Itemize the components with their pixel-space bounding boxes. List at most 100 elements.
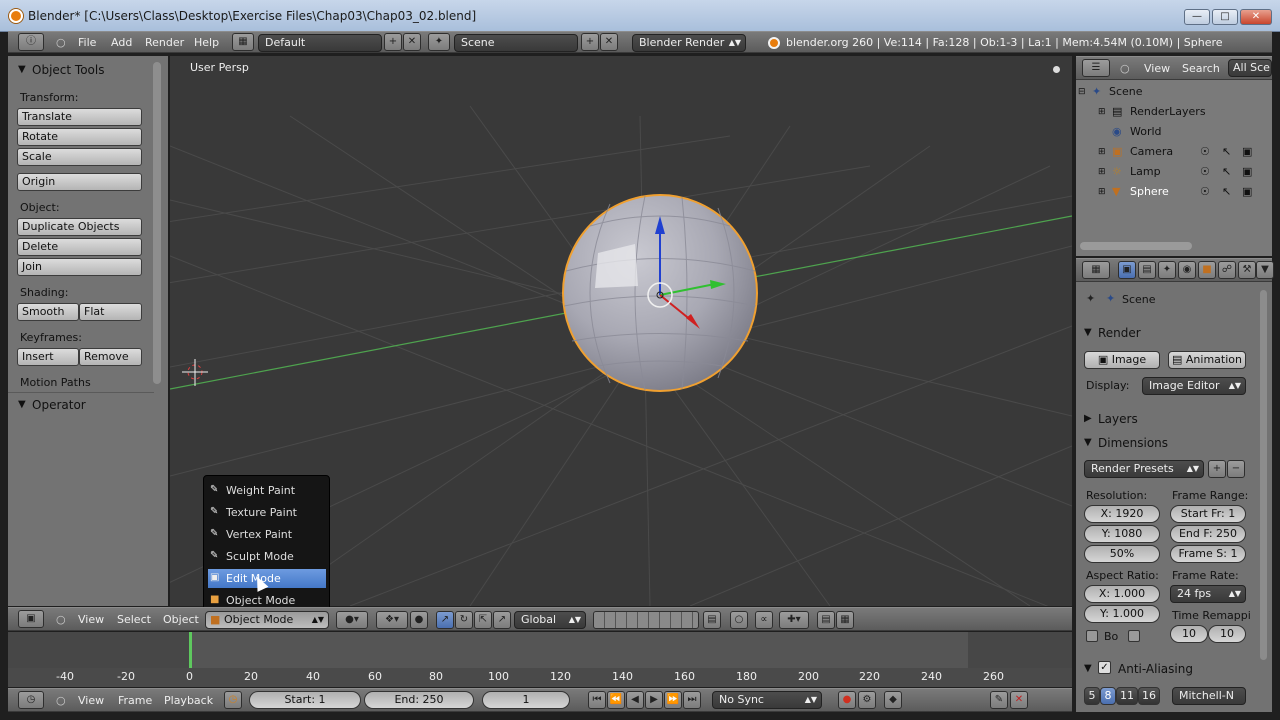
outliner-item-renderlayers[interactable]: ⊞ ▤ RenderLayers xyxy=(1076,102,1272,122)
menu-search[interactable]: Search xyxy=(1182,58,1220,80)
jump-start-icon[interactable]: ⏮ xyxy=(588,691,606,709)
delete-button[interactable]: Delete xyxy=(17,238,142,256)
visibility-eye-icon[interactable]: ☉ xyxy=(1200,182,1210,202)
aspect-y-field[interactable]: Y: 1.000 xyxy=(1084,605,1160,623)
editor-type-info-icon[interactable]: ⓘ xyxy=(18,33,44,51)
aa-samples-11[interactable]: 11 xyxy=(1116,687,1138,705)
rotate-manipulator-icon[interactable]: ↻ xyxy=(455,611,473,629)
aa-samples-16[interactable]: 16 xyxy=(1138,687,1160,705)
menu-view[interactable]: View xyxy=(78,690,104,712)
remove-screen-icon[interactable]: ✕ xyxy=(403,33,421,51)
menu-help[interactable]: Help xyxy=(194,32,219,54)
sync-dropdown[interactable]: No Sync ▲▼ xyxy=(712,691,822,709)
render-animation-button[interactable]: ▤ Animation xyxy=(1168,351,1246,369)
editor-type-timeline-icon[interactable]: ◷ xyxy=(18,691,44,709)
viewport-shading-icon[interactable]: ●▾ xyxy=(336,611,368,629)
renderable-camera-icon[interactable]: ▣ xyxy=(1242,142,1252,162)
border-checkbox[interactable] xyxy=(1086,630,1098,642)
proportional-edit-icon[interactable]: ○ xyxy=(730,611,748,629)
crop-checkbox[interactable] xyxy=(1128,630,1140,642)
origin-button[interactable]: Origin xyxy=(17,173,142,191)
smooth-button[interactable]: Smooth xyxy=(17,303,79,321)
translate-button[interactable]: Translate xyxy=(17,108,142,126)
pin-icon[interactable]: ✦ xyxy=(1086,292,1095,305)
screen-layout-icon[interactable]: ▦ xyxy=(232,33,254,51)
start-frame-field[interactable]: Start Fr: 1 xyxy=(1170,505,1246,523)
outliner-item-camera[interactable]: ⊞ ▣ Camera ☉ ↖ ▣ xyxy=(1076,142,1272,162)
resolution-percent-field[interactable]: 50% xyxy=(1084,545,1160,563)
object-context-icon[interactable]: ■ xyxy=(1198,261,1216,279)
remove-scene-icon[interactable]: ✕ xyxy=(600,33,618,51)
duplicate-objects-button[interactable]: Duplicate Objects xyxy=(17,218,142,236)
editor-type-outliner-icon[interactable]: ☰ xyxy=(1082,59,1110,77)
world-context-icon[interactable]: ◉ xyxy=(1178,261,1196,279)
menu-item-sculpt-mode[interactable]: ✎ Sculpt Mode xyxy=(208,547,326,566)
selectable-cursor-icon[interactable]: ↖ xyxy=(1222,142,1231,162)
editor-type-properties-icon[interactable]: ▦ xyxy=(1082,261,1110,279)
constraints-context-icon[interactable]: ☍ xyxy=(1218,261,1236,279)
add-preset-icon[interactable]: + xyxy=(1208,460,1226,478)
outliner-scrollbar[interactable] xyxy=(1080,242,1192,250)
renderable-camera-icon[interactable]: ▣ xyxy=(1242,162,1252,182)
outliner-item-sphere[interactable]: ⊞ ▼ Sphere ☉ ↖ ▣ xyxy=(1076,182,1272,202)
render-opengl-icon[interactable]: ▤ xyxy=(817,611,835,629)
display-dropdown[interactable]: Image Editor ▲▼ xyxy=(1142,377,1246,395)
menu-playback[interactable]: Playback xyxy=(164,690,213,712)
grab-manipulator-icon[interactable]: ↗ xyxy=(493,611,511,629)
properties-scrollbar[interactable] xyxy=(1260,290,1267,660)
maximize-button[interactable]: □ xyxy=(1212,9,1238,25)
menu-item-texture-paint[interactable]: ✎ Texture Paint xyxy=(208,503,326,522)
render-panel-toggle-icon[interactable]: ▼ xyxy=(1084,327,1092,338)
render-context-icon[interactable]: ▣ xyxy=(1118,261,1136,279)
menu-frame[interactable]: Frame xyxy=(118,690,152,712)
mode-dropdown[interactable]: ■ Object Mode ▲▼ xyxy=(205,611,329,629)
minimize-button[interactable]: — xyxy=(1184,9,1210,25)
scale-button[interactable]: Scale xyxy=(17,148,142,166)
layer-buttons[interactable] xyxy=(593,611,699,629)
time-remap-new-field[interactable]: 10 xyxy=(1208,625,1246,643)
translate-manipulator-icon[interactable]: ↗ xyxy=(436,611,454,629)
remove-keyframe-button[interactable]: Remove xyxy=(79,348,142,366)
start-frame-field[interactable]: Start: 1 xyxy=(249,691,361,709)
menu-render[interactable]: Render xyxy=(145,32,184,54)
end-frame-field[interactable]: End: 250 xyxy=(364,691,474,709)
snap-icon[interactable]: ∝ xyxy=(755,611,773,629)
snap-element-icon[interactable]: ✚▾ xyxy=(779,611,809,629)
render-layers-context-icon[interactable]: ▤ xyxy=(1138,261,1156,279)
manipulator-toggle-icon[interactable]: ● xyxy=(410,611,428,629)
pivot-point-icon[interactable]: ❖▾ xyxy=(376,611,408,629)
keying-set-icon[interactable]: ⚙ xyxy=(858,691,876,709)
prev-keyframe-icon[interactable]: ⏪ xyxy=(607,691,625,709)
scene-context-icon[interactable]: ✦ xyxy=(1158,261,1176,279)
scene-icon[interactable]: ✦ xyxy=(428,33,450,51)
orientation-dropdown[interactable]: Global ▲▼ xyxy=(514,611,586,629)
aspect-x-field[interactable]: X: 1.000 xyxy=(1084,585,1160,603)
render-presets-dropdown[interactable]: Render Presets ▲▼ xyxy=(1084,460,1204,478)
join-button[interactable]: Join xyxy=(17,258,142,276)
end-frame-field[interactable]: End F: 250 xyxy=(1170,525,1246,543)
visibility-eye-icon[interactable]: ☉ xyxy=(1200,162,1210,182)
menu-item-weight-paint[interactable]: ✎ Weight Paint xyxy=(208,481,326,500)
menu-add[interactable]: Add xyxy=(111,32,132,54)
frame-rate-dropdown[interactable]: 24 fps ▲▼ xyxy=(1170,585,1246,603)
outliner-item-lamp[interactable]: ⊞ ☼ Lamp ☉ ↖ ▣ xyxy=(1076,162,1272,182)
resolution-x-field[interactable]: X: 1920 xyxy=(1084,505,1160,523)
layers-panel-toggle-icon[interactable]: ▶ xyxy=(1084,413,1092,424)
scene-field[interactable]: Scene xyxy=(454,34,578,52)
remove-preset-icon[interactable]: − xyxy=(1227,460,1245,478)
add-scene-icon[interactable]: + xyxy=(581,33,599,51)
operator-collapse-icon[interactable]: ▼ xyxy=(18,399,26,410)
timeline-area[interactable]: -40 -20 0 20 40 60 80 100 120 140 160 18… xyxy=(8,632,1072,687)
lock-layers-icon[interactable]: ▤ xyxy=(703,611,721,629)
menu-view[interactable]: View xyxy=(78,609,104,631)
aa-panel-toggle-icon[interactable]: ▼ xyxy=(1084,663,1092,674)
selectable-cursor-icon[interactable]: ↖ xyxy=(1222,182,1231,202)
data-context-icon[interactable]: ▼ xyxy=(1256,261,1274,279)
visibility-eye-icon[interactable]: ☉ xyxy=(1200,142,1210,162)
editor-type-3d-icon[interactable]: ▣ xyxy=(18,610,44,628)
jump-end-icon[interactable]: ⏭ xyxy=(683,691,701,709)
aa-samples-5[interactable]: 5 xyxy=(1084,687,1100,705)
viewport-corner-icon[interactable] xyxy=(1053,66,1060,73)
insert-keyframe-icon[interactable]: ◆ xyxy=(884,691,902,709)
current-frame-field[interactable]: 1 xyxy=(482,691,570,709)
